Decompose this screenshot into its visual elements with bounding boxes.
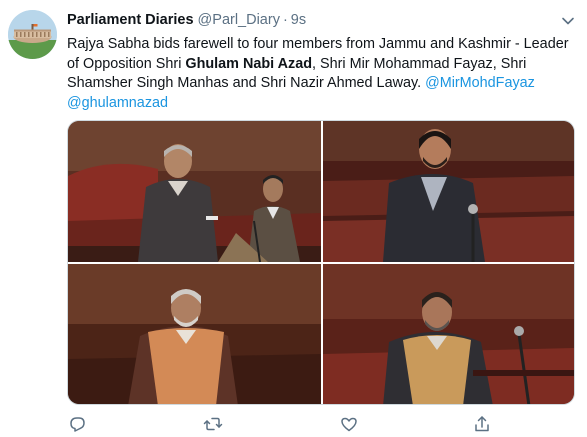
- display-name[interactable]: Parliament Diaries: [67, 12, 194, 28]
- photo-1[interactable]: [68, 121, 321, 262]
- tweet-header: Parliament Diaries @Parl_Diary · 9s: [67, 12, 306, 32]
- retweet-icon[interactable]: [203, 414, 223, 434]
- avatar[interactable]: [8, 10, 57, 59]
- tweet-card[interactable]: Parliament Diaries @Parl_Diary · 9s Rajy…: [0, 0, 587, 437]
- photo-3[interactable]: [68, 264, 321, 404]
- heart-icon[interactable]: [339, 414, 359, 434]
- media-grid: [67, 120, 575, 405]
- mention-link[interactable]: @ghulamnazad: [67, 95, 168, 111]
- separator-dot: ·: [282, 12, 288, 28]
- reply-icon[interactable]: [67, 414, 87, 434]
- share-icon[interactable]: [472, 414, 492, 434]
- mention-link[interactable]: @MirMohdFayaz: [425, 75, 535, 91]
- tweet-text: Rajya Sabha bids farewell to four member…: [67, 35, 572, 113]
- photo-2[interactable]: [323, 121, 574, 262]
- timestamp[interactable]: 9s: [291, 12, 306, 28]
- tweet-actions: [67, 414, 507, 434]
- tweet-text-bold: Ghulam Nabi Azad: [185, 55, 312, 72]
- photo-4[interactable]: [323, 264, 574, 404]
- user-handle[interactable]: @Parl_Diary: [198, 12, 280, 28]
- parliament-building-icon: [8, 10, 57, 59]
- chevron-down-icon[interactable]: [559, 12, 577, 30]
